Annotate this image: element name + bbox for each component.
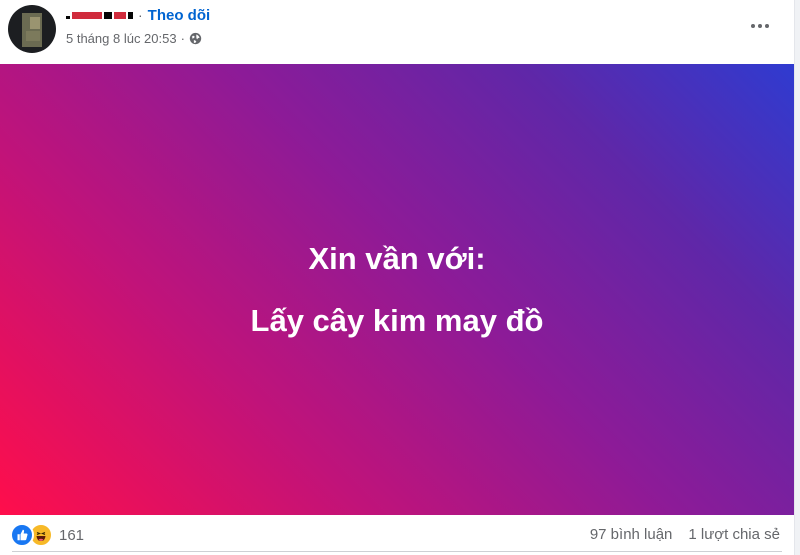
- author-name-redacted[interactable]: [66, 10, 134, 20]
- comments-count-link[interactable]: 97 bình luận: [590, 526, 673, 543]
- more-horizontal-icon: [751, 24, 769, 28]
- more-options-button[interactable]: [742, 8, 778, 44]
- status-background-post[interactable]: Xin vần với: Lấy cây kim may đồ: [0, 64, 794, 515]
- post-timestamp[interactable]: 5 tháng 8 lúc 20:53: [66, 31, 177, 46]
- globe-icon[interactable]: [189, 32, 202, 45]
- post-card: · Theo dõi 5 tháng 8 lúc 20:53 · Xin vần…: [0, 0, 794, 555]
- post-header: · Theo dõi: [66, 6, 210, 24]
- status-text-line-2: Lấy cây kim may đồ: [250, 303, 544, 338]
- footer-divider: [12, 551, 782, 552]
- post-meta: 5 tháng 8 lúc 20:53 ·: [66, 31, 202, 46]
- like-icon: [10, 523, 34, 547]
- shares-count-link[interactable]: 1 lượt chia sẻ: [688, 526, 780, 543]
- meta-separator: ·: [180, 31, 185, 46]
- reactions-summary[interactable]: 161: [10, 523, 84, 547]
- post-footer: 161 97 bình luận 1 lượt chia sẻ: [0, 515, 794, 555]
- engagement-stats: 97 bình luận 1 lượt chia sẻ: [590, 526, 780, 543]
- status-text-line-1: Xin vần với:: [308, 241, 486, 276]
- header-separator: ·: [138, 7, 143, 23]
- follow-button[interactable]: Theo dõi: [148, 7, 211, 24]
- page-scroll-edge: [794, 0, 800, 555]
- reaction-count: 161: [59, 526, 85, 544]
- author-avatar[interactable]: [8, 5, 56, 53]
